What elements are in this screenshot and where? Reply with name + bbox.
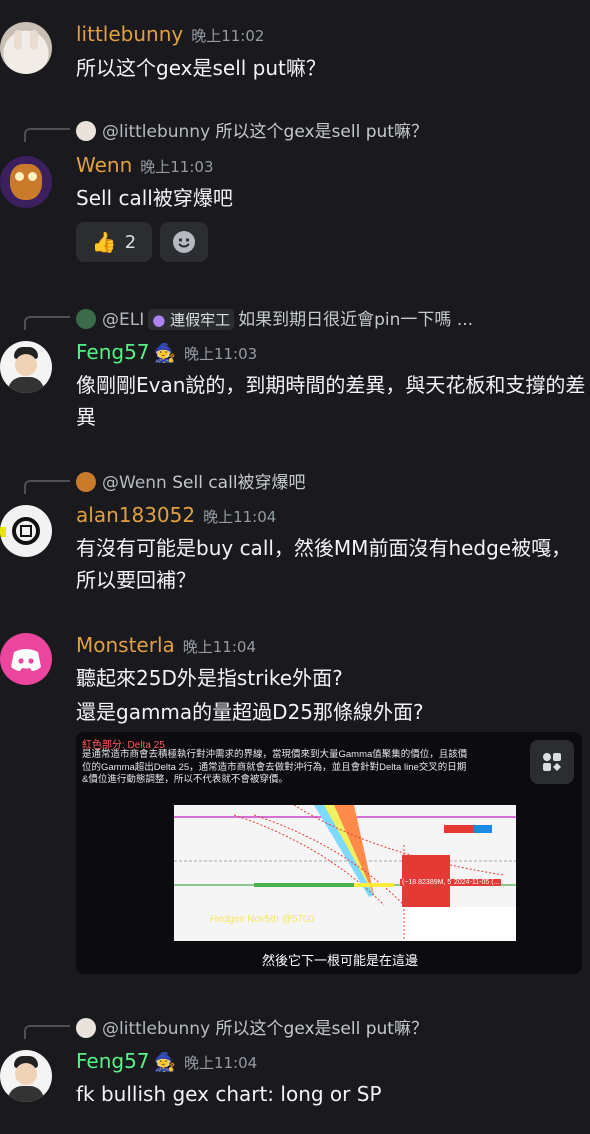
timestamp: 晚上11:03 [183, 345, 258, 363]
username[interactable]: alan183052 晚上11:04 [76, 503, 276, 527]
avatar[interactable] [0, 505, 52, 557]
timestamp: 晚上11:04 [183, 1054, 258, 1072]
username[interactable]: Monsterla 晚上11:04 [76, 633, 256, 657]
thumbs-up-icon: 👍 [91, 230, 117, 254]
reply-connector [24, 480, 70, 494]
role-tag: ● 連假牢工 [148, 309, 235, 330]
reaction-thumbs-up[interactable]: 👍 2 [76, 222, 152, 262]
timestamp: 晚上11:03 [140, 158, 214, 176]
message-text: 有沒有可能是buy call，然後MM前面沒有hedge被嘎，所以要回補？ [76, 536, 572, 592]
avatar[interactable] [0, 1050, 52, 1102]
add-reaction-icon [173, 231, 195, 253]
avatar[interactable] [0, 633, 52, 685]
attached-image[interactable]: 紅色部分: Delta 25 是通常造市商會去積極執行對沖需求的界線，當現價來到… [76, 732, 582, 974]
reply-connector [24, 316, 70, 330]
timestamp: 晚上11:04 [182, 638, 257, 656]
reaction-count: 2 [124, 231, 137, 253]
apps-icon [543, 753, 561, 771]
avatar[interactable] [0, 156, 52, 208]
role-icon: ● [152, 311, 166, 329]
wizard-badge-icon: 🧙 [153, 1052, 176, 1073]
reply-avatar [76, 309, 96, 329]
image-paragraph: 是通常造市商會去積極執行對沖需求的界線，當現價來到大量Gamma值聚集的價位，且… [82, 749, 468, 785]
discord-logo-icon [11, 649, 41, 671]
username[interactable]: Feng57 🧙 晚上11:03 [76, 340, 257, 364]
username[interactable]: Wenn 晚上11:03 [76, 153, 214, 177]
timestamp: 晚上11:04 [203, 508, 277, 526]
image-options-button[interactable] [530, 740, 574, 784]
reply-avatar [76, 1018, 96, 1038]
message-text: 還是gamma的量超過D25那條線外面? [76, 700, 424, 724]
avatar[interactable] [0, 341, 52, 393]
add-reaction-button[interactable] [160, 222, 208, 262]
message-text: fk bullish gex chart: long or SP [76, 1082, 382, 1106]
wizard-badge-icon: 🧙 [153, 343, 176, 364]
hedges-annotation: Hedges Nov5th @5700 [210, 914, 315, 925]
timestamp: 晚上11:02 [191, 27, 265, 45]
username[interactable]: littlebunny 晚上11:02 [76, 22, 264, 46]
reply-reference[interactable]: @ELI ● 連假牢工 如果到期日很近會pin一下嗎 ... [76, 305, 473, 330]
message-text: 像剛剛Evan說的，到期時間的差異，與天花板和支撐的差異 [76, 373, 586, 429]
message-text: Sell call被穿爆吧 [76, 186, 233, 210]
reply-avatar [76, 472, 96, 492]
reply-connector [24, 128, 70, 142]
message-text: 聽起來25D外是指strike外面? [76, 666, 343, 690]
image-caption: 然後它下一根可能是在這邊 [262, 953, 419, 968]
message-text: 所以这个gex是sell put嘛？ [76, 56, 326, 80]
reply-reference[interactable]: @Wenn Sell call被穿爆吧 [76, 468, 306, 493]
chart-label-date: 2024-11-05 (... [452, 879, 502, 886]
reply-avatar [76, 121, 96, 141]
reply-reference[interactable]: @littlebunny 所以这个gex是sell put嘛？ [76, 1014, 428, 1039]
avatar[interactable] [0, 22, 52, 74]
reply-reference[interactable]: @littlebunny 所以这个gex是sell put嘛？ [76, 117, 428, 142]
reply-connector [24, 1025, 70, 1039]
username[interactable]: Feng57 🧙 晚上11:04 [76, 1049, 257, 1073]
